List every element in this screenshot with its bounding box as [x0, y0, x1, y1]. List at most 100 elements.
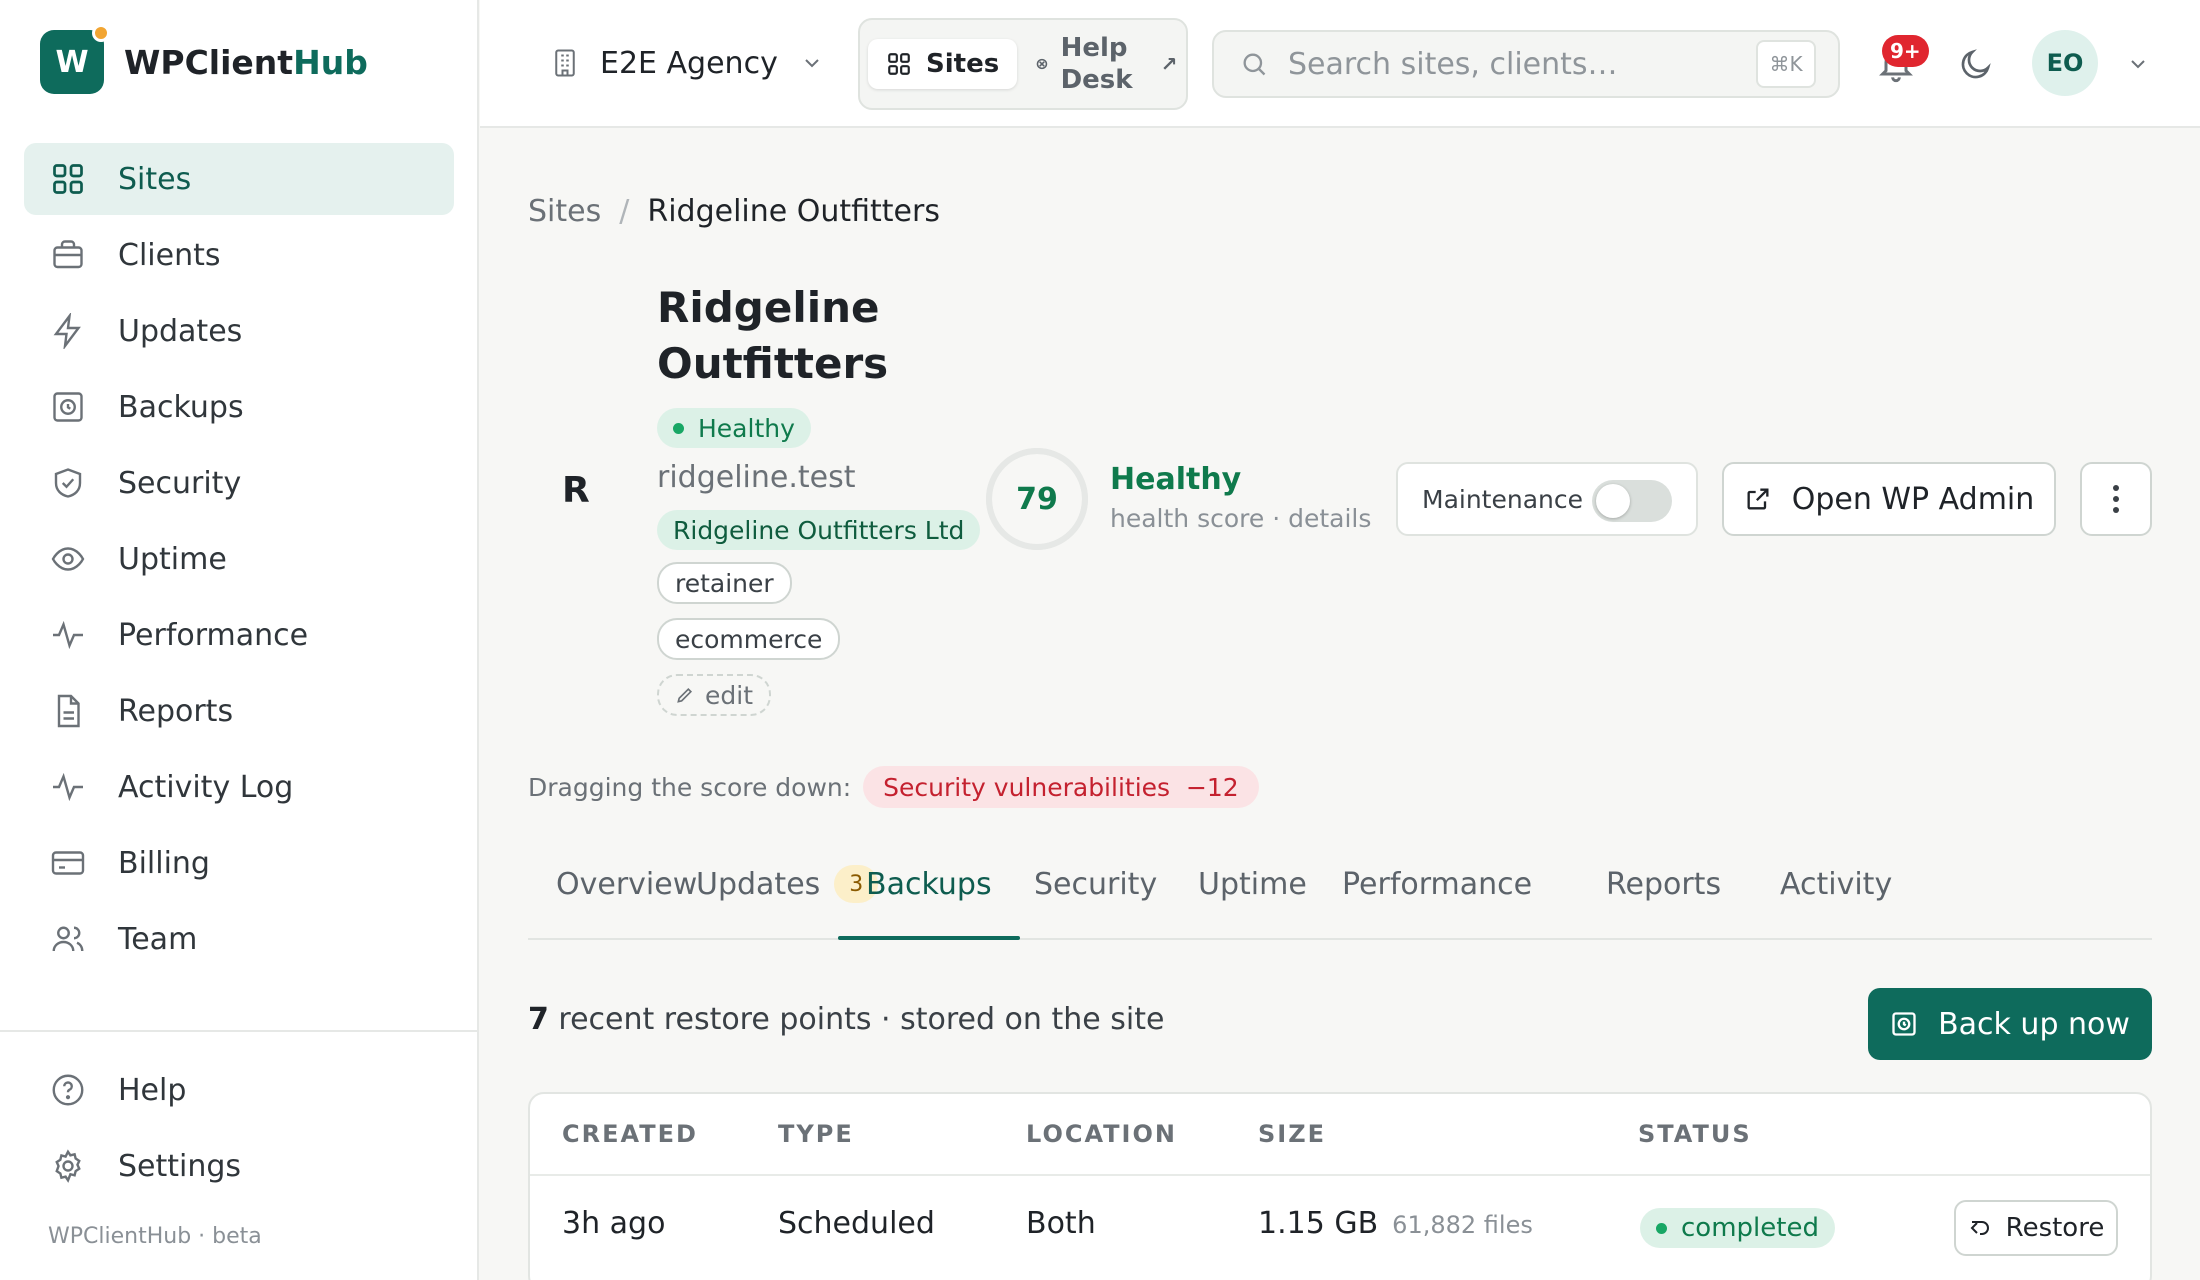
column-header[interactable]: LOCATION: [1026, 1120, 1177, 1148]
main-content: Sites / Ridgeline Outfitters R Ridgeline…: [480, 130, 2200, 1280]
edit-tags-button[interactable]: edit: [657, 674, 771, 716]
health-score-label: Healthy: [1110, 462, 1242, 497]
sidebar-item-label: Updates: [118, 313, 243, 349]
sidebar-item-backups[interactable]: Backups: [24, 371, 454, 443]
sidebar: W WPClientHub Sites Clients Updates Back…: [0, 0, 479, 1280]
sidebar-item-label: Backups: [118, 389, 244, 425]
backup-icon: [53, 392, 83, 422]
more-options-button[interactable]: [2080, 462, 2152, 536]
sidebar-item-label: Reports: [118, 693, 234, 729]
sidebar-item-updates[interactable]: Updates: [24, 295, 454, 367]
undo-icon: [1970, 1221, 1989, 1235]
back-up-now-button[interactable]: Back up now: [1868, 988, 2152, 1060]
sidebar-item-label: Billing: [118, 845, 210, 881]
search-icon: [1243, 53, 1266, 76]
agency-name: E2E Agency: [600, 45, 778, 81]
notifications-badge: 9+: [1882, 35, 1929, 67]
sidebar-item-performance[interactable]: Performance: [24, 599, 454, 671]
bolt-icon: [53, 313, 81, 349]
restore-points-summary: 7 recent restore points · stored on the …: [528, 1002, 1165, 1037]
sidebar-item-team[interactable]: Team: [24, 903, 454, 975]
sidebar-item-clients[interactable]: Clients: [24, 219, 454, 291]
table-row: 3h ago Scheduled Both 1.15 GB 61,882 file…: [530, 1176, 2150, 1276]
cell-size: 1.15 GB 61,882 files: [1258, 1206, 1533, 1241]
sidebar-nav: Sites Clients Updates Backups Security U…: [24, 143, 454, 979]
sidebar-item-uptime[interactable]: Uptime: [24, 523, 454, 595]
table-header: CREATED TYPE LOCATION SIZE STATUS: [530, 1094, 2150, 1176]
health-score-details-link[interactable]: health score · details: [1110, 504, 1371, 533]
tab-backups[interactable]: Backups: [838, 830, 1020, 940]
column-header[interactable]: STATUS: [1638, 1120, 1752, 1148]
sidebar-item-activity-log[interactable]: Activity Log: [24, 751, 454, 823]
sidebar-item-label: Team: [118, 921, 198, 957]
health-score-value: 79: [1016, 481, 1058, 517]
building-icon: [555, 49, 575, 77]
switcher-sites-button[interactable]: Sites: [868, 39, 1018, 89]
breadcrumb-root[interactable]: Sites: [528, 194, 601, 229]
site-domain[interactable]: ridgeline.test: [657, 460, 856, 495]
avatar[interactable]: EO: [2032, 30, 2098, 96]
sidebar-item-label: Help: [118, 1072, 187, 1108]
maintenance-toggle[interactable]: Maintenance: [1396, 462, 1698, 536]
sidebar-item-label: Uptime: [118, 541, 227, 577]
briefcase-icon: [53, 240, 83, 269]
client-chip[interactable]: Ridgeline Outfitters Ltd: [657, 510, 981, 550]
column-header[interactable]: SIZE: [1258, 1120, 1326, 1148]
sidebar-item-sites[interactable]: Sites: [24, 143, 454, 215]
sidebar-item-billing[interactable]: Billing: [24, 827, 454, 899]
sidebar-item-reports[interactable]: Reports: [24, 675, 454, 747]
open-wp-admin-button[interactable]: Open WP Admin: [1722, 462, 2056, 536]
shield-icon: [54, 468, 82, 498]
app-logo[interactable]: W WPClientHub: [40, 24, 368, 94]
site-tabs: Overview Updates 3 Backups Security Uptim…: [528, 830, 2152, 940]
agency-switcher[interactable]: E2E Agency: [550, 38, 824, 88]
sidebar-item-security[interactable]: Security: [24, 447, 454, 519]
sidebar-item-label: Performance: [118, 617, 309, 653]
column-header[interactable]: CREATED: [562, 1120, 698, 1148]
cell-type: Scheduled: [778, 1206, 935, 1241]
tab-security[interactable]: Security: [1034, 830, 1157, 938]
tab-updates[interactable]: Updates 3: [696, 830, 879, 938]
kebab-menu-icon: [2113, 485, 2119, 513]
sidebar-item-label: Clients: [118, 237, 221, 273]
tab-reports[interactable]: Reports: [1606, 830, 1721, 938]
breadcrumb-current: Ridgeline Outfitters: [647, 194, 940, 229]
users-icon: [52, 926, 84, 952]
grid-icon: [53, 164, 83, 194]
pencil-icon: [677, 687, 693, 703]
breadcrumb: Sites / Ridgeline Outfitters: [528, 194, 940, 229]
search-input[interactable]: [1288, 46, 1748, 82]
tag-chip[interactable]: retainer: [657, 562, 792, 604]
external-link-icon: ↗: [1160, 52, 1178, 76]
app-switcher: Sites ⊗ Help Desk ↗: [858, 18, 1188, 110]
sidebar-item-settings[interactable]: Settings: [24, 1130, 454, 1202]
switcher-helpdesk-link[interactable]: ⊗ Help Desk ↗: [1035, 32, 1177, 96]
tab-uptime[interactable]: Uptime: [1198, 830, 1307, 938]
restore-button[interactable]: Restore: [1954, 1200, 2118, 1256]
column-header[interactable]: TYPE: [778, 1120, 854, 1148]
page-title: Ridgeline Outfitters: [657, 283, 889, 388]
helpdesk-label: Help Desk: [1060, 33, 1133, 95]
status-dot: [673, 422, 684, 434]
cell-created: 3h ago: [562, 1206, 666, 1241]
score-drag-chip[interactable]: Security vulnerabilities −12: [863, 766, 1259, 808]
tag-chip[interactable]: ecommerce: [657, 618, 841, 660]
logo-dot: [92, 24, 110, 42]
sidebar-item-label: Sites: [118, 161, 192, 197]
tab-activity[interactable]: Activity: [1780, 830, 1892, 938]
logo-mark: W: [40, 24, 110, 94]
sidebar-item-help[interactable]: Help: [24, 1054, 454, 1126]
gear-icon: [55, 1149, 81, 1183]
search-shortcut: ⌘K: [1756, 40, 1816, 88]
breadcrumb-separator: /: [619, 194, 630, 229]
tab-overview[interactable]: Overview: [556, 830, 697, 938]
chevron-down-icon: [805, 59, 819, 68]
moon-icon[interactable]: [1958, 46, 1994, 82]
global-search[interactable]: ⌘K: [1212, 30, 1840, 98]
helpdesk-icon: ⊗: [1035, 54, 1049, 73]
tab-performance[interactable]: Performance: [1342, 830, 1532, 938]
sidebar-item-label: Security: [118, 465, 242, 501]
toggle-switch[interactable]: [1592, 480, 1672, 522]
status-badge: completed: [1640, 1208, 1835, 1248]
chevron-down-icon[interactable]: [2126, 52, 2150, 76]
